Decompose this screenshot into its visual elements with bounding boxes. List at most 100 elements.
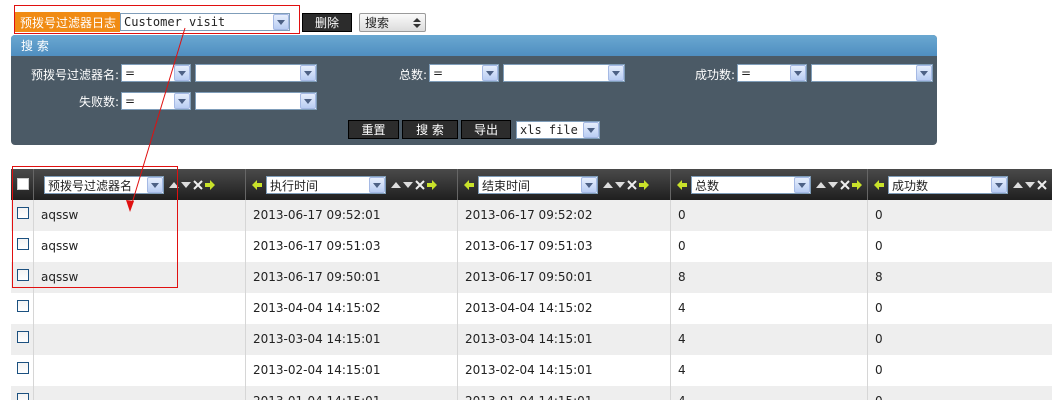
cell-name [34,324,246,355]
arrow-left-icon[interactable] [873,179,885,191]
column-select-end[interactable]: 结束时间 [478,176,598,194]
search-button[interactable]: 搜 索 [402,120,458,139]
sort-down-icon[interactable] [402,179,414,191]
cell-total: 8 [671,262,868,293]
arrow-right-icon[interactable] [638,179,650,191]
cell-name: aqssw [34,200,246,231]
fail-select[interactable] [195,92,317,110]
close-icon[interactable] [839,179,851,191]
arrow-right-icon[interactable] [426,179,438,191]
log-select[interactable]: Customer visit [120,13,290,31]
chevron-down-icon [300,93,316,109]
row-checkbox[interactable] [17,207,29,219]
success-select[interactable] [811,64,933,82]
table-row[interactable]: aqssw 2013-06-17 09:51:03 2013-06-17 09:… [11,231,1052,262]
cell-start: 2013-02-04 14:15:01 [246,355,458,386]
table-row[interactable]: aqssw 2013-06-17 09:52:01 2013-06-17 09:… [11,200,1052,231]
row-checkbox[interactable] [17,238,29,250]
fail-operator[interactable]: = [121,92,191,110]
column-select-start[interactable]: 执行时间 [266,176,386,194]
cell-name [34,293,246,324]
sort-up-icon[interactable] [1012,179,1024,191]
search-toggle-label: 搜索 [365,16,390,30]
table-row[interactable]: 2013-02-04 14:15:01 2013-02-04 14:15:01 … [11,355,1052,386]
filter-name-select[interactable] [195,64,317,82]
sort-up-icon[interactable] [815,179,827,191]
row-checkbox[interactable] [17,393,29,400]
close-icon[interactable] [192,179,204,191]
chevron-down-icon [581,177,597,193]
sort-down-icon[interactable] [1024,179,1036,191]
chevron-down-icon [369,177,385,193]
filter-name-operator[interactable]: = [121,64,191,82]
chevron-down-icon [147,177,163,193]
cell-start: 2013-06-17 09:51:03 [246,231,458,262]
cell-total: 0 [671,200,868,231]
column-select-total[interactable]: 总数 [691,176,811,194]
chevron-down-icon [482,65,498,81]
row-checkbox[interactable] [17,269,29,281]
row-checkbox[interactable] [17,331,29,343]
sort-up-icon[interactable] [390,179,402,191]
row-checkbox[interactable] [17,300,29,312]
delete-button[interactable]: 删除 [302,13,352,32]
table-row[interactable]: 2013-01-04 14:15:01 2013-01-04 14:15:01 … [11,386,1052,400]
reset-button[interactable]: 重置 [348,120,399,139]
cell-start: 2013-06-17 09:52:01 [246,200,458,231]
total-operator[interactable]: = [429,64,499,82]
cell-end: 2013-01-04 14:15:01 [458,386,671,400]
chevron-down-icon [300,65,316,81]
total-select[interactable] [503,64,625,82]
table-row[interactable]: 2013-03-04 14:15:01 2013-03-04 14:15:01 … [11,324,1052,355]
select-all-checkbox[interactable] [17,178,29,190]
sort-up-icon[interactable] [602,179,614,191]
search-panel: 搜 索 预拨号过滤器名: = 总数: = 成功数: = 失败数: = 重置 搜 … [11,35,937,145]
cell-success: 0 [875,239,883,253]
success-operator[interactable]: = [737,64,807,82]
cell-end: 2013-06-17 09:50:01 [458,262,671,293]
export-format-select[interactable]: xls file [516,121,600,139]
sort-down-icon[interactable] [827,179,839,191]
close-icon[interactable] [414,179,426,191]
log-label: 预拨号过滤器日志 [15,12,120,32]
table-header: 预拨号过滤器名 执行时间 结束时间 总数 成功数 [11,169,1052,200]
cell-name: aqssw [34,262,246,293]
chevron-down-icon [608,65,624,81]
close-icon[interactable] [626,179,638,191]
close-icon[interactable] [1036,179,1048,191]
search-panel-title: 搜 索 [11,35,937,56]
sort-down-icon[interactable] [614,179,626,191]
cell-total: 4 [671,355,868,386]
cell-name [34,355,246,386]
cell-start: 2013-06-17 09:50:01 [246,262,458,293]
log-select-value: Customer visit [124,15,226,29]
sort-down-icon[interactable] [180,179,192,191]
arrow-left-icon[interactable] [463,179,475,191]
export-button[interactable]: 导出 [461,120,511,139]
table-row[interactable]: aqssw 2013-06-17 09:50:01 2013-06-17 09:… [11,262,1052,293]
column-select-name[interactable]: 预拨号过滤器名 [44,176,164,194]
cell-start: 2013-04-04 14:15:02 [246,293,458,324]
cell-end: 2013-03-04 14:15:01 [458,324,671,355]
arrow-right-icon[interactable] [204,179,216,191]
table-row[interactable]: 2013-04-04 14:15:02 2013-04-04 14:15:02 … [11,293,1052,324]
column-select-success[interactable]: 成功数 [888,176,1008,194]
cell-start: 2013-03-04 14:15:01 [246,324,458,355]
success-label: 成功数: [694,68,735,82]
sort-up-icon[interactable] [168,179,180,191]
arrow-left-icon[interactable] [676,179,688,191]
chevron-down-icon [991,177,1007,193]
cell-end: 2013-02-04 14:15:01 [458,355,671,386]
chevron-down-icon [273,14,289,30]
arrow-right-icon[interactable] [851,179,863,191]
chevron-down-icon [174,93,190,109]
search-toggle-button[interactable]: 搜索 [359,13,426,32]
cell-start: 2013-01-04 14:15:01 [246,386,458,400]
row-checkbox[interactable] [17,362,29,374]
arrow-left-icon[interactable] [251,179,263,191]
collapse-icon [413,18,421,28]
cell-success: 0 [875,301,883,315]
cell-success: 0 [875,363,883,377]
cell-end: 2013-06-17 09:51:03 [458,231,671,262]
chevron-down-icon [916,65,932,81]
